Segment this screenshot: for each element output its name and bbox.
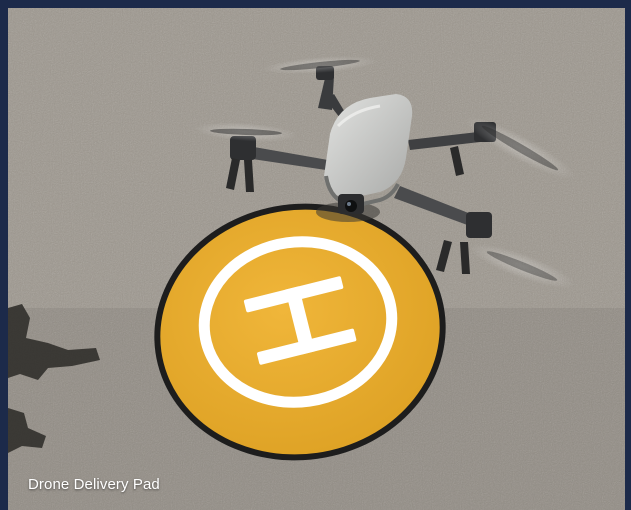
image-caption: Drone Delivery Pad [28,476,160,493]
drone-photo [8,8,625,510]
photo-illustration [8,8,625,510]
image-frame: Drone Delivery Pad [0,0,631,510]
